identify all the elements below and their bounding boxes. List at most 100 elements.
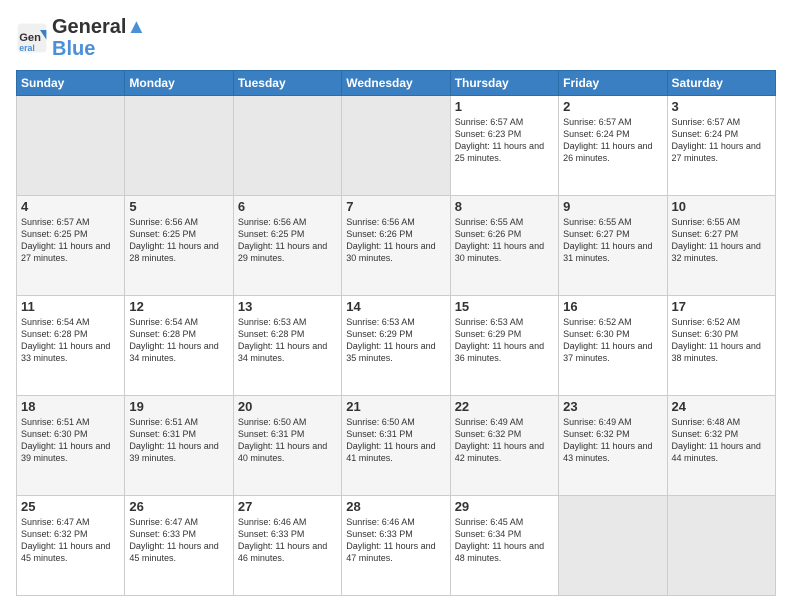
- svg-text:eral: eral: [19, 43, 35, 53]
- calendar-cell: 2 Sunrise: 6:57 AM Sunset: 6:24 PM Daylig…: [559, 96, 667, 196]
- day-info: Sunrise: 6:52 AM Sunset: 6:30 PM Dayligh…: [672, 316, 771, 365]
- day-number: 13: [238, 299, 337, 314]
- calendar-cell: 3 Sunrise: 6:57 AM Sunset: 6:24 PM Daylig…: [667, 96, 775, 196]
- day-info: Sunrise: 6:55 AM Sunset: 6:27 PM Dayligh…: [563, 216, 662, 265]
- day-number: 12: [129, 299, 228, 314]
- calendar-cell: 4 Sunrise: 6:57 AM Sunset: 6:25 PM Daylig…: [17, 196, 125, 296]
- calendar-cell: 1 Sunrise: 6:57 AM Sunset: 6:23 PM Daylig…: [450, 96, 558, 196]
- day-info: Sunrise: 6:49 AM Sunset: 6:32 PM Dayligh…: [563, 416, 662, 465]
- day-number: 17: [672, 299, 771, 314]
- day-info: Sunrise: 6:54 AM Sunset: 6:28 PM Dayligh…: [129, 316, 228, 365]
- day-info: Sunrise: 6:54 AM Sunset: 6:28 PM Dayligh…: [21, 316, 120, 365]
- calendar-cell: 16Sunrise: 6:52 AM Sunset: 6:30 PM Dayli…: [559, 296, 667, 396]
- day-number: 11: [21, 299, 120, 314]
- header-thursday: Thursday: [450, 71, 558, 96]
- day-number: 18: [21, 399, 120, 414]
- header-sunday: Sunday: [17, 71, 125, 96]
- day-number: 22: [455, 399, 554, 414]
- calendar-cell: [125, 96, 233, 196]
- day-info: Sunrise: 6:57 AM Sunset: 6:23 PM Dayligh…: [455, 116, 554, 165]
- calendar-cell: 25 Sunrise: 6:47 AM Sunset: 6:32 PM Dayli…: [17, 496, 125, 596]
- week-row-2: 4 Sunrise: 6:57 AM Sunset: 6:25 PM Daylig…: [17, 196, 776, 296]
- day-number: 8: [455, 199, 554, 214]
- header-row: Sunday Monday Tuesday Wednesday Thursday…: [17, 71, 776, 96]
- calendar-cell: [233, 96, 341, 196]
- day-number: 1: [455, 99, 554, 114]
- calendar-cell: 20 Sunrise: 6:50 AM Sunset: 6:31 PM Dayli…: [233, 396, 341, 496]
- calendar-cell: 9 Sunrise: 6:55 AM Sunset: 6:27 PM Daylig…: [559, 196, 667, 296]
- day-info: Sunrise: 6:48 AM Sunset: 6:32 PM Dayligh…: [672, 416, 771, 465]
- calendar-cell: 8 Sunrise: 6:55 AM Sunset: 6:26 PM Daylig…: [450, 196, 558, 296]
- page: Gen eral General▲ Blue Sunday Monday Tue…: [0, 0, 792, 612]
- calendar-body: 1 Sunrise: 6:57 AM Sunset: 6:23 PM Daylig…: [17, 96, 776, 596]
- calendar-cell: 24Sunrise: 6:48 AM Sunset: 6:32 PM Dayli…: [667, 396, 775, 496]
- day-info: Sunrise: 6:56 AM Sunset: 6:26 PM Dayligh…: [346, 216, 445, 265]
- header: Gen eral General▲ Blue: [16, 16, 776, 60]
- day-number: 5: [129, 199, 228, 214]
- week-row-3: 11 Sunrise: 6:54 AM Sunset: 6:28 PM Dayli…: [17, 296, 776, 396]
- calendar-cell: [342, 96, 450, 196]
- day-info: Sunrise: 6:47 AM Sunset: 6:32 PM Dayligh…: [21, 516, 120, 565]
- day-info: Sunrise: 6:55 AM Sunset: 6:26 PM Dayligh…: [455, 216, 554, 265]
- calendar-cell: 22 Sunrise: 6:49 AM Sunset: 6:32 PM Dayli…: [450, 396, 558, 496]
- day-info: Sunrise: 6:53 AM Sunset: 6:29 PM Dayligh…: [455, 316, 554, 365]
- week-row-5: 25 Sunrise: 6:47 AM Sunset: 6:32 PM Dayli…: [17, 496, 776, 596]
- calendar-cell: 5 Sunrise: 6:56 AM Sunset: 6:25 PM Daylig…: [125, 196, 233, 296]
- calendar-cell: 7Sunrise: 6:56 AM Sunset: 6:26 PM Daylig…: [342, 196, 450, 296]
- calendar-cell: [667, 496, 775, 596]
- calendar-cell: 13 Sunrise: 6:53 AM Sunset: 6:28 PM Dayli…: [233, 296, 341, 396]
- day-info: Sunrise: 6:45 AM Sunset: 6:34 PM Dayligh…: [455, 516, 554, 565]
- day-info: Sunrise: 6:47 AM Sunset: 6:33 PM Dayligh…: [129, 516, 228, 565]
- calendar-cell: 19 Sunrise: 6:51 AM Sunset: 6:31 PM Dayli…: [125, 396, 233, 496]
- calendar-cell: 21Sunrise: 6:50 AM Sunset: 6:31 PM Dayli…: [342, 396, 450, 496]
- day-info: Sunrise: 6:56 AM Sunset: 6:25 PM Dayligh…: [129, 216, 228, 265]
- calendar-cell: 15Sunrise: 6:53 AM Sunset: 6:29 PM Dayli…: [450, 296, 558, 396]
- day-info: Sunrise: 6:57 AM Sunset: 6:24 PM Dayligh…: [563, 116, 662, 165]
- day-info: Sunrise: 6:53 AM Sunset: 6:29 PM Dayligh…: [346, 316, 445, 365]
- day-number: 6: [238, 199, 337, 214]
- day-info: Sunrise: 6:49 AM Sunset: 6:32 PM Dayligh…: [455, 416, 554, 465]
- calendar-cell: 23 Sunrise: 6:49 AM Sunset: 6:32 PM Dayli…: [559, 396, 667, 496]
- day-number: 23: [563, 399, 662, 414]
- calendar-cell: 12 Sunrise: 6:54 AM Sunset: 6:28 PM Dayli…: [125, 296, 233, 396]
- calendar-cell: 11 Sunrise: 6:54 AM Sunset: 6:28 PM Dayli…: [17, 296, 125, 396]
- header-tuesday: Tuesday: [233, 71, 341, 96]
- day-info: Sunrise: 6:55 AM Sunset: 6:27 PM Dayligh…: [672, 216, 771, 265]
- calendar-cell: 26 Sunrise: 6:47 AM Sunset: 6:33 PM Dayli…: [125, 496, 233, 596]
- day-number: 2: [563, 99, 662, 114]
- day-info: Sunrise: 6:46 AM Sunset: 6:33 PM Dayligh…: [238, 516, 337, 565]
- week-row-1: 1 Sunrise: 6:57 AM Sunset: 6:23 PM Daylig…: [17, 96, 776, 196]
- calendar-cell: 18Sunrise: 6:51 AM Sunset: 6:30 PM Dayli…: [17, 396, 125, 496]
- day-number: 4: [21, 199, 120, 214]
- day-number: 3: [672, 99, 771, 114]
- logo-text: General▲ Blue: [52, 16, 146, 60]
- day-number: 26: [129, 499, 228, 514]
- day-info: Sunrise: 6:57 AM Sunset: 6:24 PM Dayligh…: [672, 116, 771, 165]
- day-number: 16: [563, 299, 662, 314]
- day-number: 29: [455, 499, 554, 514]
- day-number: 10: [672, 199, 771, 214]
- week-row-4: 18Sunrise: 6:51 AM Sunset: 6:30 PM Dayli…: [17, 396, 776, 496]
- day-info: Sunrise: 6:50 AM Sunset: 6:31 PM Dayligh…: [238, 416, 337, 465]
- calendar-cell: 14Sunrise: 6:53 AM Sunset: 6:29 PM Dayli…: [342, 296, 450, 396]
- header-friday: Friday: [559, 71, 667, 96]
- calendar-cell: 17 Sunrise: 6:52 AM Sunset: 6:30 PM Dayli…: [667, 296, 775, 396]
- day-number: 19: [129, 399, 228, 414]
- header-monday: Monday: [125, 71, 233, 96]
- calendar-cell: [17, 96, 125, 196]
- calendar-cell: 29 Sunrise: 6:45 AM Sunset: 6:34 PM Dayli…: [450, 496, 558, 596]
- header-wednesday: Wednesday: [342, 71, 450, 96]
- day-number: 25: [21, 499, 120, 514]
- day-number: 20: [238, 399, 337, 414]
- day-info: Sunrise: 6:46 AM Sunset: 6:33 PM Dayligh…: [346, 516, 445, 565]
- calendar-cell: 27Sunrise: 6:46 AM Sunset: 6:33 PM Dayli…: [233, 496, 341, 596]
- calendar-cell: 28Sunrise: 6:46 AM Sunset: 6:33 PM Dayli…: [342, 496, 450, 596]
- calendar-header: Sunday Monday Tuesday Wednesday Thursday…: [17, 71, 776, 96]
- day-info: Sunrise: 6:50 AM Sunset: 6:31 PM Dayligh…: [346, 416, 445, 465]
- day-info: Sunrise: 6:57 AM Sunset: 6:25 PM Dayligh…: [21, 216, 120, 265]
- calendar-cell: 10 Sunrise: 6:55 AM Sunset: 6:27 PM Dayli…: [667, 196, 775, 296]
- day-info: Sunrise: 6:51 AM Sunset: 6:31 PM Dayligh…: [129, 416, 228, 465]
- day-number: 9: [563, 199, 662, 214]
- day-info: Sunrise: 6:53 AM Sunset: 6:28 PM Dayligh…: [238, 316, 337, 365]
- calendar-cell: [559, 496, 667, 596]
